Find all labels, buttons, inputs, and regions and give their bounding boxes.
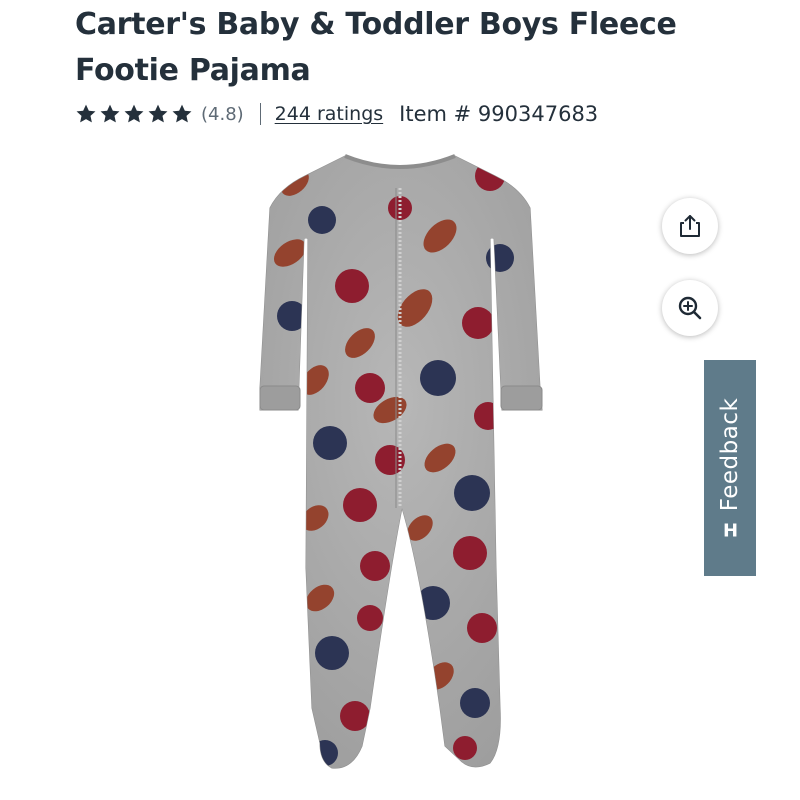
star-icon xyxy=(148,104,168,123)
star-rating xyxy=(75,103,193,125)
item-number: Item # 990347683 xyxy=(399,102,599,126)
product-image[interactable] xyxy=(250,148,550,778)
divider xyxy=(259,103,261,125)
rating-score: (4.8) xyxy=(201,103,244,125)
star-icon xyxy=(124,104,144,123)
share-icon xyxy=(680,215,700,237)
star-icon xyxy=(76,104,96,123)
star-icon xyxy=(172,104,192,123)
share-button[interactable] xyxy=(662,198,718,254)
ratings-link[interactable]: 244 ratings xyxy=(275,103,384,125)
product-title: Carter's Baby & Toddler Boys Fleece Foot… xyxy=(75,7,677,88)
feedback-icon: H xyxy=(722,520,738,542)
star-icon xyxy=(100,104,120,123)
feedback-tab[interactable]: H Feedback xyxy=(704,360,756,576)
zoom-in-icon xyxy=(678,296,702,320)
feedback-label: Feedback xyxy=(717,397,743,512)
zoom-button[interactable] xyxy=(662,280,718,336)
rating-row: (4.8) 244 ratings Item # 990347683 xyxy=(75,98,598,130)
